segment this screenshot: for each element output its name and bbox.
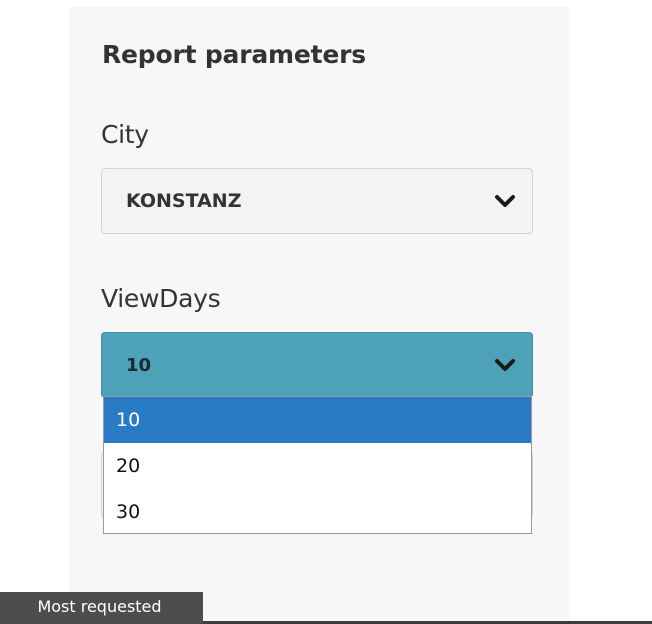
viewdays-option[interactable]: 10: [104, 397, 531, 443]
city-select-value: KONSTANZ: [126, 190, 242, 212]
most-requested-tab[interactable]: Most requested: [0, 592, 203, 624]
viewdays-option[interactable]: 20: [104, 443, 531, 489]
chevron-down-icon: [495, 195, 515, 207]
city-label: City: [101, 120, 149, 149]
city-select[interactable]: KONSTANZ: [101, 168, 533, 234]
viewdays-select[interactable]: 10: [101, 332, 533, 398]
viewdays-label: ViewDays: [101, 284, 221, 313]
chevron-down-icon: [495, 359, 515, 371]
page: Report parameters City KONSTANZ ViewDays…: [0, 0, 652, 624]
panel-title: Report parameters: [102, 40, 366, 69]
viewdays-option[interactable]: 30: [104, 489, 531, 535]
viewdays-options-list[interactable]: 10 20 30: [103, 396, 532, 534]
viewdays-select-value: 10: [126, 354, 152, 376]
